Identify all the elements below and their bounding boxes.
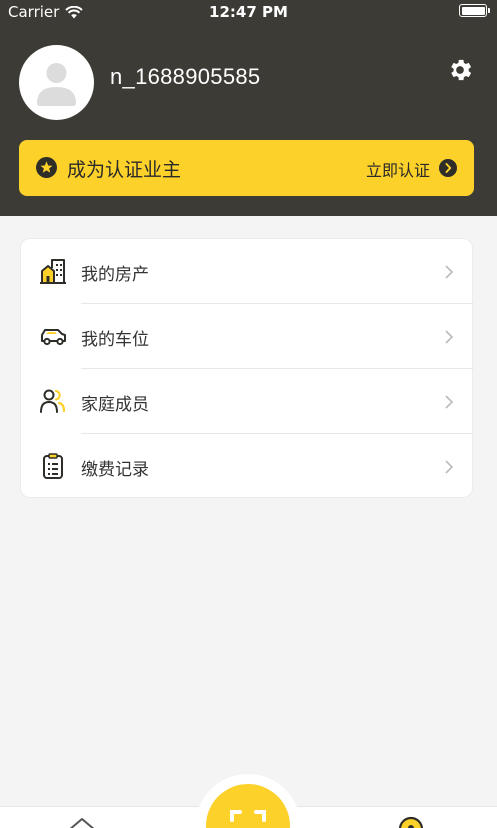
star-icon [36,157,57,178]
clipboard-icon [43,453,63,479]
menu-card: 我的房产 我的车位 家庭成员 缴费记录 [20,238,474,499]
arrow-right-circle-icon [439,159,457,177]
chevron-right-icon [445,395,454,409]
verify-banner-title: 成为认证业主 [67,159,182,181]
verify-owner-banner[interactable]: 成为认证业主 立即认证 [19,140,474,196]
chevron-right-icon [445,460,454,474]
menu-item-property[interactable]: 我的房产 [21,239,474,304]
scan-icon [230,810,266,822]
chevron-right-icon [445,265,454,279]
location-pin-icon[interactable] [398,815,424,828]
username: n_1688905585 [110,64,261,89]
scan-button[interactable] [206,784,290,828]
status-bar: Carrier 12:47 PM [0,0,497,24]
menu-item-payment-records[interactable]: 缴费记录 [21,434,474,499]
profile-header: Carrier 12:47 PM n_1688905585 成为认证业主 立即认… [0,0,497,216]
menu-item-label: 我的车位 [81,330,149,350]
menu-item-family[interactable]: 家庭成员 [21,369,474,434]
verify-now-link[interactable]: 立即认证 [366,157,430,181]
avatar[interactable] [19,45,94,120]
chevron-right-icon [445,330,454,344]
home-icon[interactable] [66,814,98,828]
car-icon [41,329,66,346]
battery-icon [459,4,490,17]
user-placeholder-icon [37,63,76,106]
menu-item-label: 缴费记录 [81,460,149,480]
menu-item-label: 我的房产 [81,265,149,285]
building-icon [40,259,66,284]
gear-icon[interactable] [446,56,474,84]
menu-item-parking[interactable]: 我的车位 [21,304,474,369]
clock: 12:47 PM [209,3,288,21]
menu-item-label: 家庭成员 [81,395,149,415]
family-icon [40,389,66,413]
